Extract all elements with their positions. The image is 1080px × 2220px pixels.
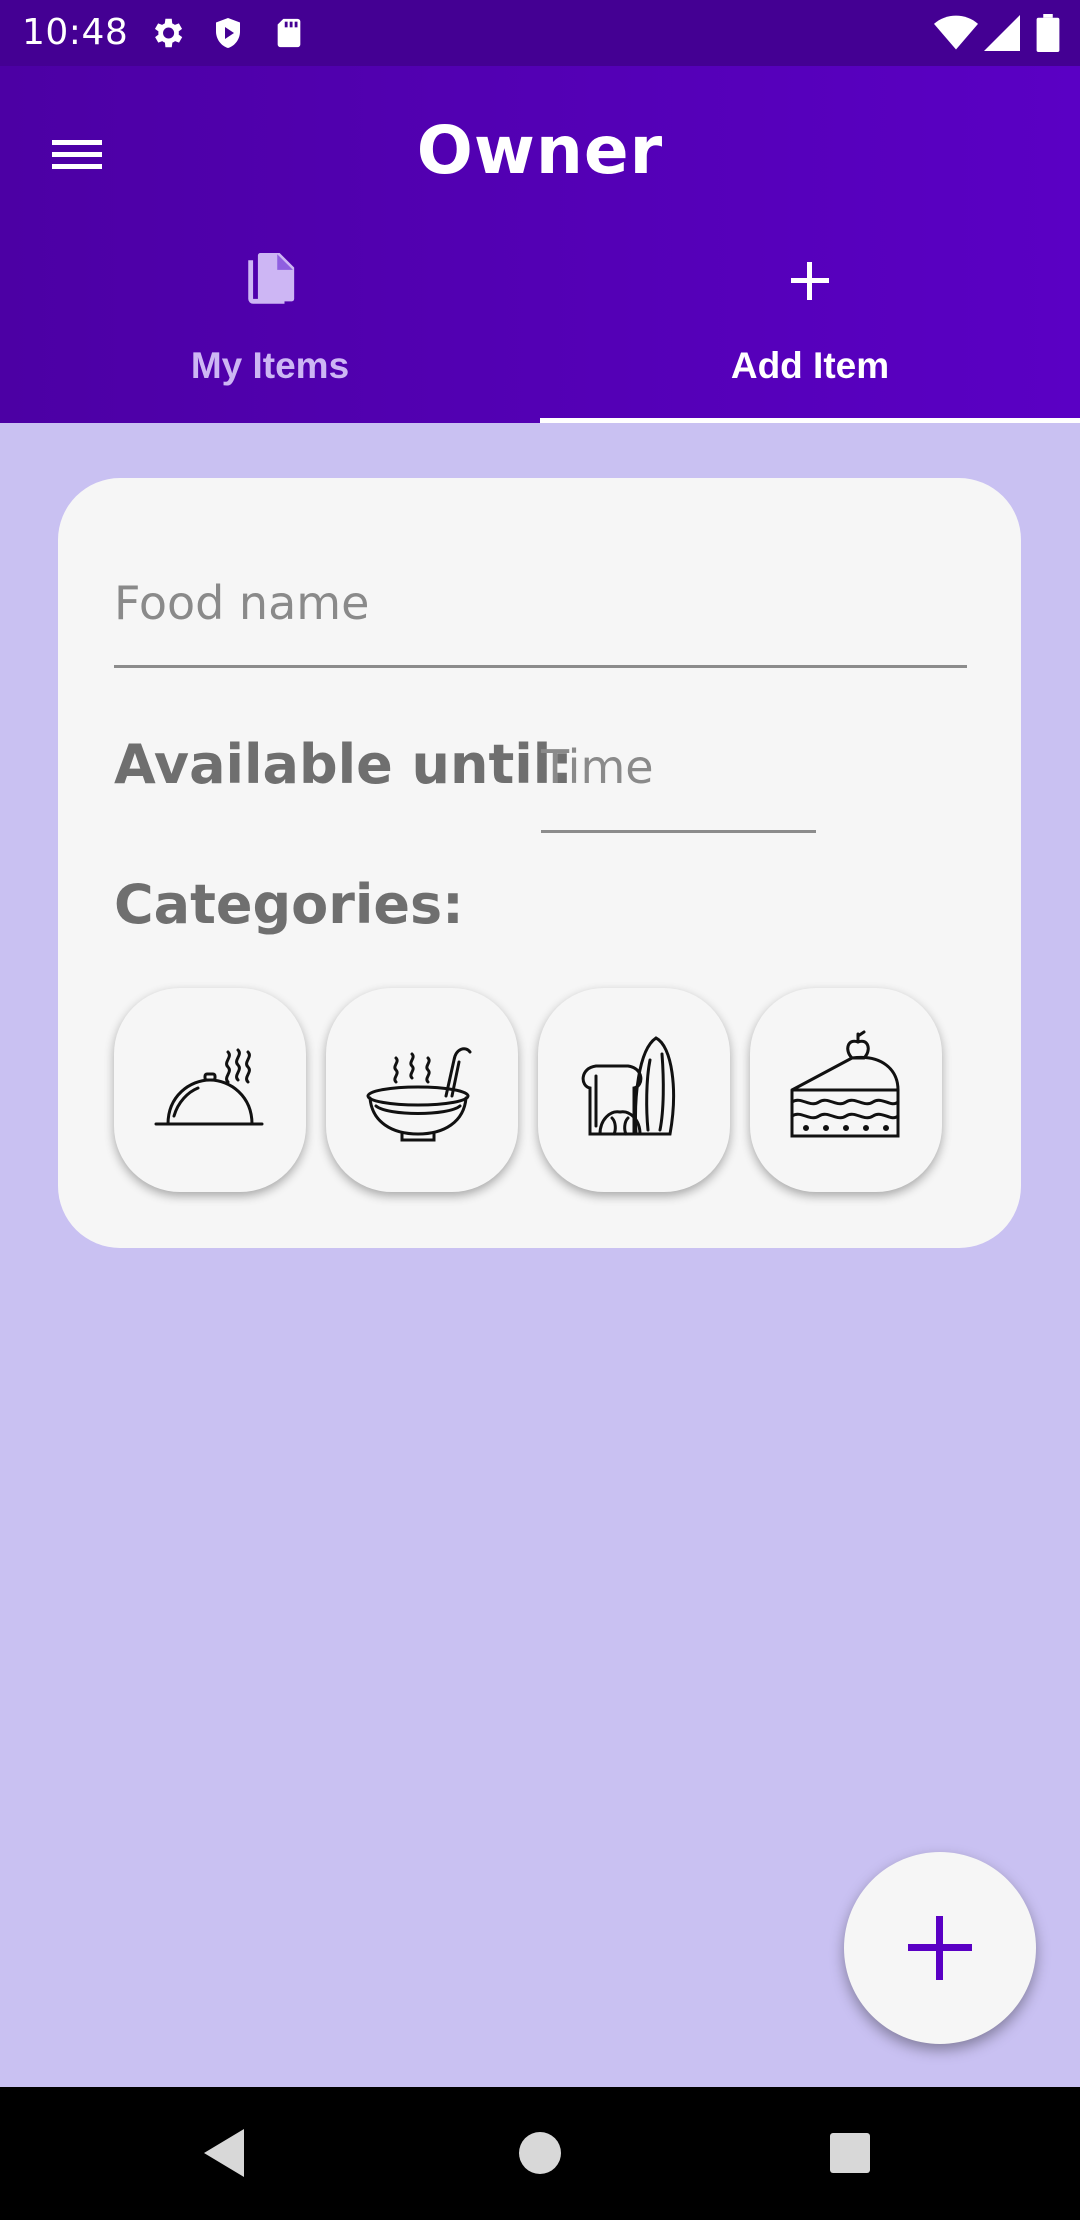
time-underline — [541, 830, 816, 833]
category-soup-button[interactable] — [326, 988, 518, 1192]
soup-bowl-icon — [366, 1047, 472, 1142]
add-fab-button[interactable] — [844, 1852, 1036, 2044]
documents-icon — [248, 253, 295, 304]
sd-card-icon — [277, 18, 301, 48]
add-item-card: Food name Available until: Time Categori… — [58, 478, 1021, 1248]
food-name-input[interactable]: Food name — [114, 576, 967, 646]
plus-icon — [791, 262, 829, 300]
home-icon[interactable] — [508, 2117, 572, 2189]
tab-my-items-label: My Items — [190, 345, 350, 386]
category-dessert-button[interactable] — [750, 988, 942, 1192]
app-bar: Owner My Items Add Item — [0, 66, 1080, 423]
category-bakery-button[interactable] — [538, 988, 730, 1192]
status-bar: 10:48 — [0, 0, 1080, 66]
navigation-bar — [0, 2087, 1080, 2220]
tab-indicator — [540, 418, 1080, 423]
cake-slice-icon — [790, 1030, 900, 1138]
cell-signal-icon — [984, 15, 1020, 51]
tab-my-items[interactable]: My Items — [0, 66, 540, 386]
shield-icon — [216, 18, 240, 48]
battery-icon — [1036, 14, 1060, 52]
wifi-icon — [934, 15, 978, 50]
back-icon[interactable] — [200, 2117, 248, 2189]
bread-icon — [581, 1036, 676, 1136]
recents-icon[interactable] — [826, 2117, 874, 2189]
status-time: 10:48 — [22, 12, 129, 53]
serving-dish-icon — [154, 1048, 264, 1126]
category-meal-button[interactable] — [114, 988, 306, 1192]
tab-add-item[interactable]: Add Item — [540, 66, 1080, 386]
food-name-underline — [114, 665, 967, 668]
time-input[interactable]: Time — [541, 740, 654, 794]
categories-label: Categories: — [114, 873, 464, 936]
gear-icon — [154, 18, 183, 48]
tab-add-item-label: Add Item — [730, 345, 890, 386]
plus-icon — [908, 1916, 972, 1980]
available-until-label: Available until: — [114, 733, 573, 796]
